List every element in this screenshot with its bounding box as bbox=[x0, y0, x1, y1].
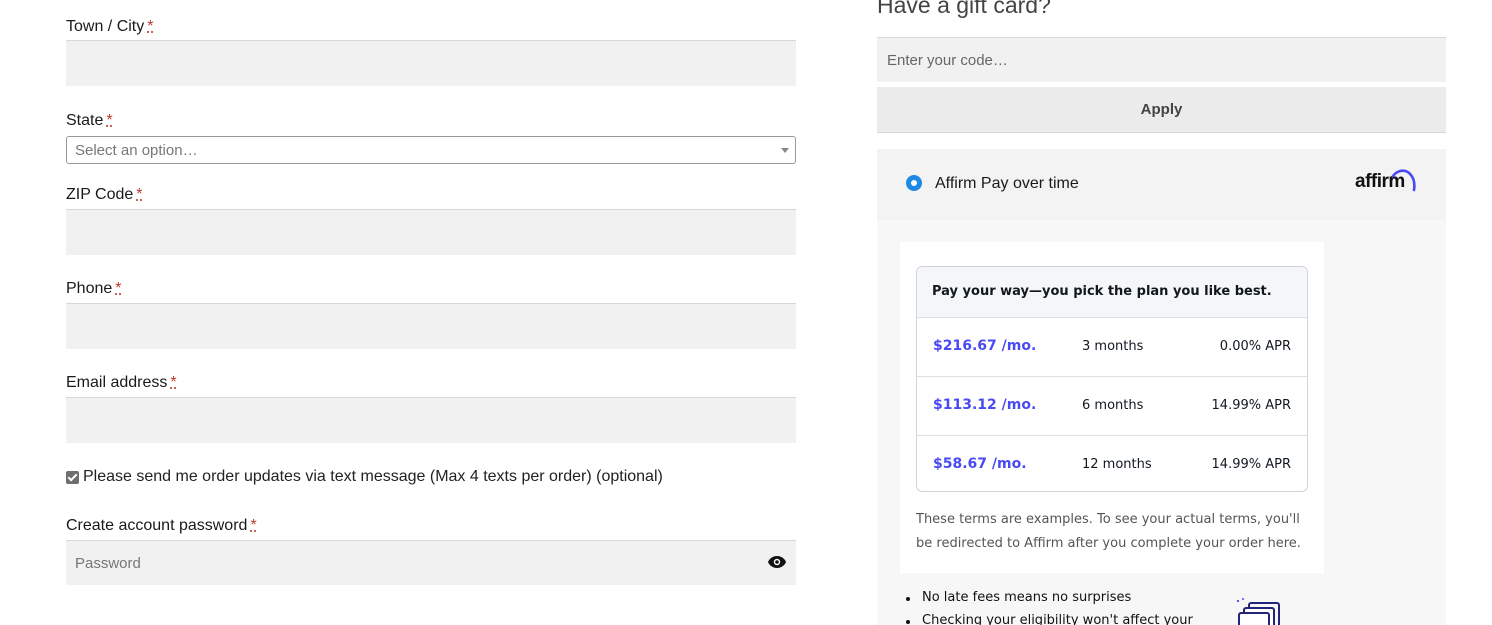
email-input[interactable] bbox=[66, 397, 796, 443]
plan-header: Pay your way—you pick the plan you like … bbox=[917, 267, 1307, 317]
zip-label: ZIP Code * bbox=[66, 186, 143, 203]
plan-apr: 0.00% APR bbox=[1219, 339, 1291, 354]
phone-input[interactable] bbox=[66, 303, 796, 349]
chevron-down-icon bbox=[781, 148, 789, 153]
required-mark: * bbox=[250, 517, 257, 534]
required-mark: * bbox=[115, 280, 122, 297]
eye-icon[interactable] bbox=[768, 556, 786, 568]
state-select-placeholder: Select an option… bbox=[75, 142, 198, 159]
benefit-item: Checking your eligibility won't affect y… bbox=[906, 613, 1193, 625]
plan-apr: 14.99% APR bbox=[1211, 398, 1291, 413]
gift-card-input[interactable]: Enter your code… bbox=[877, 37, 1446, 82]
affirm-details-panel: Pay your way—you pick the plan you like … bbox=[877, 220, 1446, 625]
required-mark: * bbox=[106, 112, 113, 129]
plan-apr: 14.99% APR bbox=[1211, 457, 1291, 472]
plan-amount: $113.12 /mo. bbox=[933, 397, 1037, 413]
password-input[interactable]: Password bbox=[66, 540, 796, 585]
plan-amount: $58.67 /mo. bbox=[933, 456, 1027, 472]
required-mark: * bbox=[147, 18, 154, 35]
benefits-list: No late fees means no surprises Checking… bbox=[906, 590, 1193, 625]
phone-label: Phone * bbox=[66, 280, 122, 297]
plan-row: $113.12 /mo. 6 months 14.99% APR bbox=[917, 376, 1307, 435]
email-label: Email address * bbox=[66, 374, 177, 391]
affirm-radio[interactable] bbox=[906, 175, 922, 191]
city-label: Town / City * bbox=[66, 18, 154, 35]
plan-row: $58.67 /mo. 12 months 14.99% APR bbox=[917, 435, 1307, 491]
payment-method-affirm[interactable]: Affirm Pay over time affirm bbox=[877, 149, 1446, 220]
state-label: State * bbox=[66, 112, 113, 129]
affirm-logo-text: affirm bbox=[1355, 171, 1405, 192]
required-mark: * bbox=[136, 186, 143, 203]
state-select[interactable]: Select an option… bbox=[66, 136, 796, 164]
plan-term: 12 months bbox=[1082, 457, 1152, 472]
city-input[interactable] bbox=[66, 40, 796, 86]
password-placeholder: Password bbox=[75, 555, 141, 572]
gift-card-title: Have a gift card? bbox=[877, 0, 1051, 18]
plan-row: $216.67 /mo. 3 months 0.00% APR bbox=[917, 317, 1307, 376]
plan-amount: $216.67 /mo. bbox=[933, 338, 1037, 354]
affirm-plan-card: Pay your way—you pick the plan you like … bbox=[900, 242, 1324, 573]
required-mark: * bbox=[170, 374, 177, 391]
affirm-logo: affirm bbox=[1355, 165, 1417, 193]
order-sidebar: Have a gift card? Enter your code… Apply… bbox=[877, 0, 1446, 625]
plan-term: 6 months bbox=[1082, 398, 1144, 413]
zip-input[interactable] bbox=[66, 209, 796, 255]
terms-note: These terms are examples. To see your ac… bbox=[916, 512, 1301, 551]
apply-button[interactable]: Apply bbox=[877, 87, 1446, 133]
sms-opt-in-label: Please send me order updates via text me… bbox=[83, 468, 663, 485]
plan-term: 3 months bbox=[1082, 339, 1144, 354]
gift-card-placeholder: Enter your code… bbox=[887, 52, 1008, 69]
password-label: Create account password * bbox=[66, 517, 257, 534]
benefit-item: No late fees means no surprises bbox=[906, 590, 1193, 605]
sms-opt-in-checkbox[interactable] bbox=[66, 470, 79, 484]
sms-opt-in: Please send me order updates via text me… bbox=[66, 468, 663, 486]
bills-icon bbox=[1237, 598, 1280, 625]
plan-table: Pay your way—you pick the plan you like … bbox=[916, 266, 1308, 492]
payment-method-label: Affirm Pay over time bbox=[935, 175, 1079, 192]
